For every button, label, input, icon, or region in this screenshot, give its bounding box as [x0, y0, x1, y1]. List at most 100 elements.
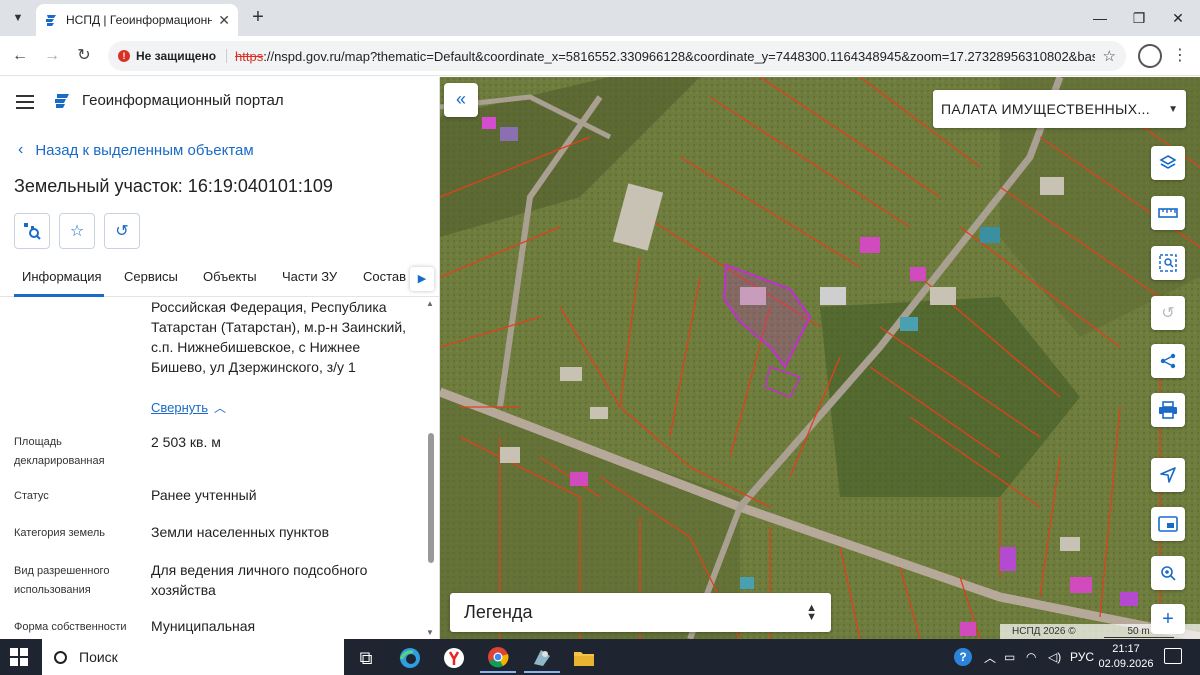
forward-arrow-icon[interactable]: → [40, 44, 64, 68]
address-bar[interactable]: ! Не защищено https://nspd.gov.ru/map?th… [108, 41, 1126, 71]
tab-information[interactable]: Информация [22, 269, 102, 284]
layer-select[interactable]: ПАЛАТА ИМУЩЕСТВЕННЫХ... ▼ [933, 90, 1186, 128]
taskbar-search[interactable]: Поиск [42, 639, 344, 675]
nspd-favicon-icon [46, 15, 56, 26]
not-secure-badge[interactable]: ! Не защищено [118, 49, 228, 63]
chevron-up-icon[interactable]: ︿ [984, 639, 996, 675]
file-explorer-icon[interactable] [566, 643, 602, 673]
browser-toolbar: ← → ↻ ! Не защищено https://nspd.gov.ru/… [0, 36, 1200, 76]
chrome-icon[interactable] [480, 643, 516, 673]
tabs-scroll-right-icon[interactable]: ▶ [410, 267, 434, 291]
panel-scrollbar[interactable]: ▲ ▼ [426, 297, 436, 639]
legend-panel[interactable]: Легенда ▲ ▼ [450, 593, 831, 632]
reload-icon[interactable]: ↻ [72, 44, 96, 68]
battery-icon[interactable]: ▭ [1004, 639, 1015, 675]
geolocate-button[interactable] [1151, 458, 1185, 492]
task-view-icon[interactable]: ⧉ [348, 643, 384, 673]
bookmark-star-icon[interactable]: ☆ [1103, 47, 1116, 65]
chevron-left-icon: ‹ [18, 141, 24, 158]
profile-icon[interactable] [1138, 44, 1162, 68]
prop-value-ownership: Муниципальная [151, 618, 256, 634]
scale-bar: 50 m [1103, 626, 1174, 638]
object-info-panel: Геоинформационный портал ‹ Назад к выдел… [0, 77, 440, 639]
new-tab-button[interactable]: + [246, 6, 270, 30]
yandex-browser-icon[interactable] [436, 643, 472, 673]
prop-label-permitted-use: Вид разрешенного использования [14, 565, 110, 596]
measure-button[interactable] [1151, 196, 1185, 230]
history-button[interactable]: ↺ [104, 213, 140, 249]
tab-search-button[interactable]: ▼ [6, 6, 30, 30]
collapse-link[interactable]: Свернуть [151, 400, 208, 415]
browser-tabstrip: ▼ НСПД | Геоинформационный ✕ + — ❐ ✕ [0, 0, 1200, 36]
prop-label-ownership: Форма собственности [14, 621, 127, 633]
area-select-icon [1159, 254, 1177, 272]
layers-icon [1159, 155, 1177, 169]
info-tabs: Информация Сервисы Объекты Части ЗУ Сост… [0, 263, 439, 297]
volume-icon[interactable]: ◁) [1048, 639, 1061, 675]
map-history-button[interactable]: ↺ [1151, 296, 1185, 330]
printer-icon [1159, 401, 1177, 419]
map-canvas[interactable] [440, 77, 1200, 639]
prop-value-category: Земли населенных пунктов [151, 524, 330, 540]
tab-title: НСПД | Геоинформационный [66, 13, 213, 27]
print-button[interactable] [1151, 393, 1185, 427]
info-content: Российская Федерация, Республика Татарст… [0, 297, 439, 639]
minimap-button[interactable] [1151, 507, 1185, 541]
taskbar-clock[interactable]: 21:17 02.09.2026 [1096, 642, 1156, 672]
url-text[interactable]: https://nspd.gov.ru/map?thematic=Default… [235, 49, 1095, 64]
scroll-up-icon[interactable]: ▲ [426, 299, 434, 308]
search-icon [54, 650, 67, 664]
warning-icon: ! [118, 50, 130, 62]
collapse-panel-button[interactable]: « [444, 83, 478, 117]
satellite-map[interactable] [440, 77, 1200, 639]
portal-title: Геоинформационный портал [82, 92, 284, 109]
language-indicator[interactable]: РУС [1070, 639, 1094, 675]
back-arrow-icon[interactable]: ← [8, 44, 32, 68]
portal-logo-icon [55, 94, 69, 108]
prop-label-status: Статус [14, 490, 49, 502]
share-button[interactable] [1151, 344, 1185, 378]
zoom-to-object-icon [24, 223, 41, 240]
scroll-thumb[interactable] [428, 433, 434, 563]
wifi-icon[interactable]: ◠ [1026, 639, 1036, 675]
tab-objects[interactable]: Объекты [203, 269, 257, 284]
help-icon[interactable]: ? [954, 639, 972, 675]
back-to-selected-link[interactable]: ‹ Назад к выделенным объектам [18, 141, 254, 159]
map-attribution: НСПД 2026 © 50 m [1000, 624, 1200, 639]
zoom-to-object-button[interactable] [14, 213, 50, 249]
minimap-icon [1158, 516, 1178, 532]
favorite-button[interactable]: ☆ [59, 213, 95, 249]
caret-down-icon: ▼ [1168, 103, 1178, 115]
restore-button[interactable]: ❐ [1124, 6, 1154, 30]
close-tab-icon[interactable]: ✕ [218, 12, 230, 29]
app-icon[interactable] [524, 643, 560, 673]
close-window-button[interactable]: ✕ [1163, 6, 1193, 30]
prop-label-area: Площадь декларированная [14, 436, 105, 467]
more-menu-icon[interactable]: ⋮ [1170, 44, 1190, 68]
prop-value-status: Ранее учтенный [151, 487, 257, 503]
browser-tab[interactable]: НСПД | Геоинформационный ✕ [36, 4, 238, 36]
tab-composition[interactable]: Состав [363, 269, 406, 284]
notifications-icon[interactable] [1164, 648, 1182, 664]
layers-button[interactable] [1151, 146, 1185, 180]
expand-collapse-icon[interactable]: ▲ ▼ [806, 602, 817, 622]
tab-services[interactable]: Сервисы [124, 269, 178, 284]
hamburger-menu-icon[interactable] [16, 95, 34, 109]
ruler-icon [1158, 208, 1178, 218]
area-select-button[interactable] [1151, 246, 1185, 280]
history-icon: ↺ [1161, 305, 1175, 322]
edge-icon[interactable] [392, 643, 428, 673]
tab-parcel-parts[interactable]: Части ЗУ [282, 269, 337, 284]
geo-search-button[interactable] [1151, 556, 1185, 590]
history-icon: ↺ [115, 223, 129, 240]
windows-start-icon[interactable] [10, 648, 28, 666]
location-search-icon [1161, 566, 1176, 581]
scroll-down-icon[interactable]: ▼ [426, 628, 434, 637]
share-icon [1160, 353, 1176, 369]
prop-value-area: 2 503 кв. м [151, 434, 221, 450]
prop-label-category: Категория земель [14, 527, 105, 539]
double-chevron-left-icon: « [455, 89, 466, 109]
parcel-title: Земельный участок: 16:19:040101:109 [14, 176, 333, 196]
minimize-button[interactable]: — [1085, 6, 1115, 30]
chevron-up-icon[interactable]: ︿ [214, 399, 226, 416]
